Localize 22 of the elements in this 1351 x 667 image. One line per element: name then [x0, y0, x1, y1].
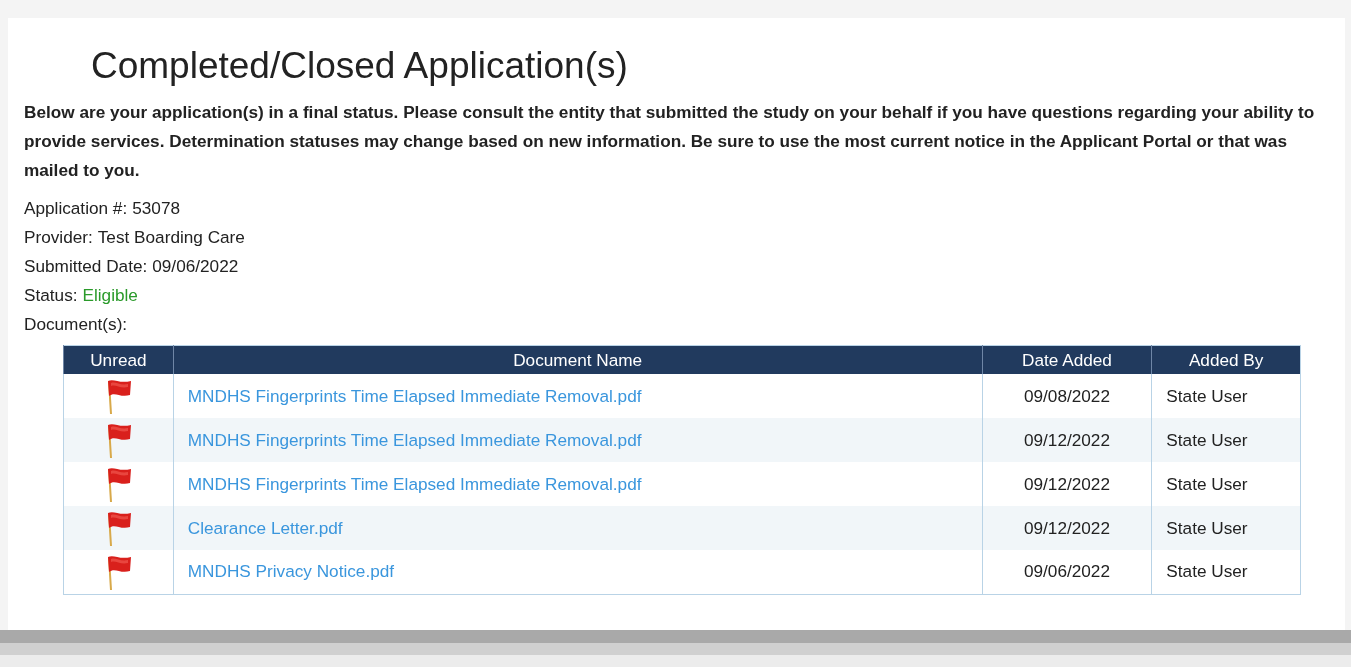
detail-value: 09/06/2022 — [152, 255, 239, 278]
column-header: Added By — [1151, 345, 1301, 374]
column-header: Date Added — [982, 345, 1152, 374]
detail-value: Test Boarding Care — [97, 226, 245, 249]
document-link[interactable]: MNDHS Privacy Notice.pdf — [187, 561, 395, 582]
column-header: Unread — [63, 345, 174, 374]
detail-label: Submitted Date: — [24, 255, 148, 278]
document-link[interactable]: MNDHS Fingerprints Time Elapsed Immediate Removal.pdf — [187, 429, 642, 450]
document-link[interactable]: MNDHS Fingerprints Time Elapsed Immediate Removal.pdf — [187, 473, 642, 494]
status-value: Eligible — [82, 284, 138, 307]
page-title: Completed/Closed Application(s) — [91, 44, 629, 88]
intro-paragraph: Below are your application(s) in a final status. Please consult the entity that submitted the study on your behalf if you have questions regarding your ability to provide services. Determination statuses may change based on new information. Be sure to use the most current notice in the Applicant Portal or that was mailed to you. — [24, 101, 1316, 182]
column-header: Document Name — [173, 345, 983, 374]
detail-label: Status: — [24, 284, 78, 307]
document-link[interactable]: Clearance Letter.pdf — [187, 517, 343, 538]
document-link[interactable]: MNDHS Fingerprints Time Elapsed Immediate Removal.pdf — [187, 385, 642, 406]
detail-label: Application #: — [24, 197, 128, 220]
detail-value: 53078 — [132, 197, 180, 220]
table-cell: 09/06/2022 — [982, 550, 1152, 594]
table-cell: State User — [1151, 550, 1301, 594]
detail-label: Provider: — [24, 226, 93, 249]
detail-label: Document(s): — [24, 313, 128, 336]
